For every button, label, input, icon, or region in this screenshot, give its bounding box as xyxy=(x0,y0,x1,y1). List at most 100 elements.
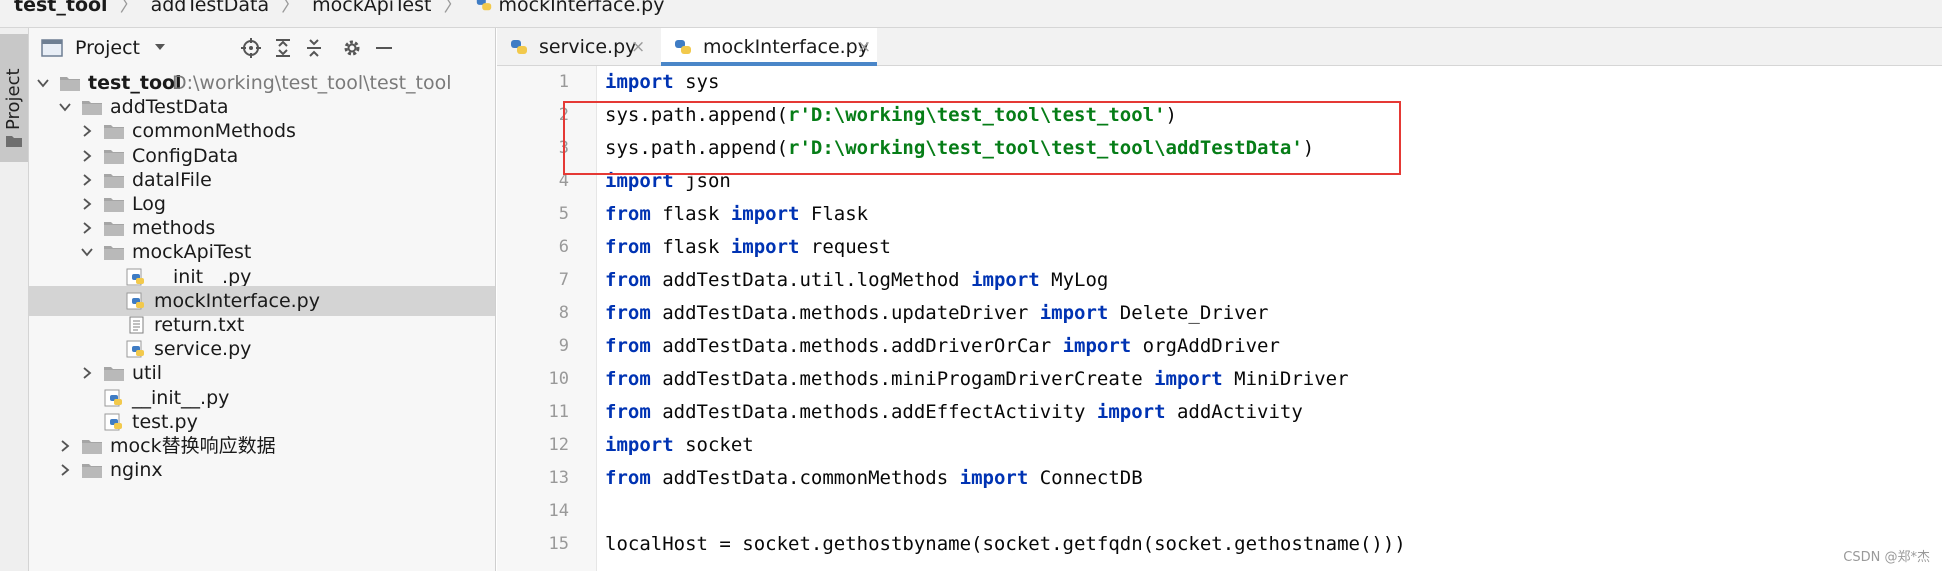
code-line[interactable]: from addTestData.methods.miniProgamDrive… xyxy=(605,363,1349,396)
code-line[interactable]: localHost = socket.gethostbyname(socket.… xyxy=(605,528,1406,561)
line-number: 14 xyxy=(548,501,569,521)
code-line[interactable]: import sys xyxy=(605,66,719,99)
code-keyword: from xyxy=(605,467,651,489)
chevron-right-icon[interactable] xyxy=(81,174,93,186)
tab-label: mockInterface.py xyxy=(703,36,869,58)
python-file-icon xyxy=(126,340,144,358)
line-number: 15 xyxy=(548,534,569,554)
breadcrumb: test_tool 〉 addTestData 〉 mockApiTest 〉 mockIn… xyxy=(0,0,1942,28)
code-keyword: import xyxy=(1096,401,1166,423)
python-file-icon xyxy=(476,0,491,11)
code-keyword: import xyxy=(730,203,800,225)
folder-icon xyxy=(104,198,124,212)
code-keyword: import xyxy=(605,71,674,93)
code-line[interactable]: from addTestData.commonMethods import Co… xyxy=(605,462,1143,495)
tree-item-label: nginx xyxy=(110,459,163,482)
chevron-down-icon[interactable] xyxy=(81,246,93,258)
gear-icon[interactable] xyxy=(341,37,363,59)
python-file-icon xyxy=(104,389,122,407)
chevron-right-icon[interactable] xyxy=(81,125,93,138)
line-number: 9 xyxy=(558,336,569,356)
line-number: 6 xyxy=(558,237,569,257)
chevron-right-icon[interactable] xyxy=(81,198,93,210)
code-keyword: from xyxy=(605,236,651,258)
editor-tab-bar: service.py × mockInterface.py × xyxy=(497,28,1942,66)
breadcrumb-item[interactable]: mockApiTest xyxy=(312,0,431,15)
chevron-right-icon[interactable] xyxy=(59,464,71,476)
code-line[interactable]: from addTestData.methods.updateDriver im… xyxy=(605,297,1269,330)
folder-icon xyxy=(82,101,102,116)
code-line[interactable]: from flask import Flask xyxy=(605,198,868,231)
breadcrumb-separator: 〉 xyxy=(281,0,301,16)
chevron-down-icon[interactable] xyxy=(59,101,71,113)
folder-icon xyxy=(104,149,124,164)
expand-all-icon[interactable] xyxy=(272,37,294,59)
code-text: flask xyxy=(650,236,731,258)
code-line[interactable]: from addTestData.methods.addEffectActivi… xyxy=(605,396,1303,429)
tab-service-py[interactable]: service.py × xyxy=(497,28,649,65)
watermark: CSDN @郑*杰 xyxy=(1843,550,1930,565)
line-number: 4 xyxy=(558,171,569,191)
code-line[interactable]: from flask import request xyxy=(605,231,891,264)
code-text: sys xyxy=(673,71,720,93)
line-number: 13 xyxy=(548,468,569,488)
code-text: addTestData.util.logMethod xyxy=(650,269,972,291)
code-text: flask xyxy=(650,203,731,225)
collapse-all-icon[interactable] xyxy=(303,37,325,59)
chevron-down-icon[interactable] xyxy=(153,40,167,54)
locate-icon[interactable] xyxy=(240,37,262,59)
code-line[interactable]: from addTestData.methods.addDriverOrCar … xyxy=(605,330,1280,363)
code-text: addTestData.methods.addEffectActivity xyxy=(650,401,1097,423)
line-number: 1 xyxy=(558,72,569,92)
close-icon[interactable]: × xyxy=(857,28,871,66)
minimize-icon[interactable] xyxy=(373,37,395,59)
folder-icon xyxy=(104,173,124,188)
project-view-title[interactable]: Project xyxy=(75,37,140,59)
folder-icon xyxy=(104,367,124,382)
project-panel-header: Project xyxy=(29,28,495,68)
code-text: orgAddDriver xyxy=(1131,335,1280,357)
text-file-icon xyxy=(129,316,144,334)
folder-icon xyxy=(104,125,124,140)
tab-mockinterface-py[interactable]: mockInterface.py × xyxy=(661,28,877,66)
tab-label: service.py xyxy=(539,36,637,58)
line-number: 10 xyxy=(548,369,569,389)
breadcrumb-item[interactable]: addTestData xyxy=(151,0,270,15)
project-view-icon xyxy=(41,39,63,57)
line-number: 3 xyxy=(558,138,569,158)
code-keyword: import xyxy=(605,434,674,456)
code-line[interactable]: import socket xyxy=(605,429,754,462)
chevron-right-icon[interactable] xyxy=(81,222,93,234)
close-icon[interactable]: × xyxy=(631,28,645,66)
folder-icon xyxy=(6,136,22,147)
chevron-right-icon[interactable] xyxy=(81,367,93,380)
breadcrumb-separator: 〉 xyxy=(119,0,139,16)
breadcrumb-item[interactable]: mockInterface.py xyxy=(499,0,665,15)
python-file-icon xyxy=(675,40,691,54)
line-number: 11 xyxy=(548,402,569,422)
chevron-right-icon[interactable] xyxy=(59,440,71,452)
code-line[interactable]: from addTestData.util.logMethod import M… xyxy=(605,264,1108,297)
breadcrumb-item[interactable]: test_tool xyxy=(14,0,108,15)
code-keyword: import xyxy=(730,236,800,258)
project-panel: Project test_tool D:\working\test_tool\te… xyxy=(29,28,496,571)
python-file-icon xyxy=(511,40,527,54)
tree-folder-item[interactable]: nginx xyxy=(29,455,495,485)
breadcrumb-separator: 〉 xyxy=(443,0,463,16)
code-text: addTestData.methods.updateDriver xyxy=(650,302,1040,324)
code-keyword: import xyxy=(1154,368,1223,390)
project-tool-tab[interactable]: Project xyxy=(0,34,28,162)
chevron-down-icon[interactable] xyxy=(37,77,49,89)
code-keyword: from xyxy=(605,269,651,291)
folder-icon xyxy=(104,246,124,261)
line-number: 2 xyxy=(558,105,569,125)
code-text: MiniDriver xyxy=(1222,368,1349,390)
line-number: 12 xyxy=(548,435,569,455)
left-tool-strip: Project xyxy=(0,28,29,571)
code-text: request xyxy=(799,236,891,258)
folder-icon xyxy=(60,77,80,91)
chevron-right-icon[interactable] xyxy=(81,149,93,162)
code-keyword: from xyxy=(605,368,651,390)
folder-icon xyxy=(82,440,102,454)
code-keyword: import xyxy=(959,467,1029,489)
